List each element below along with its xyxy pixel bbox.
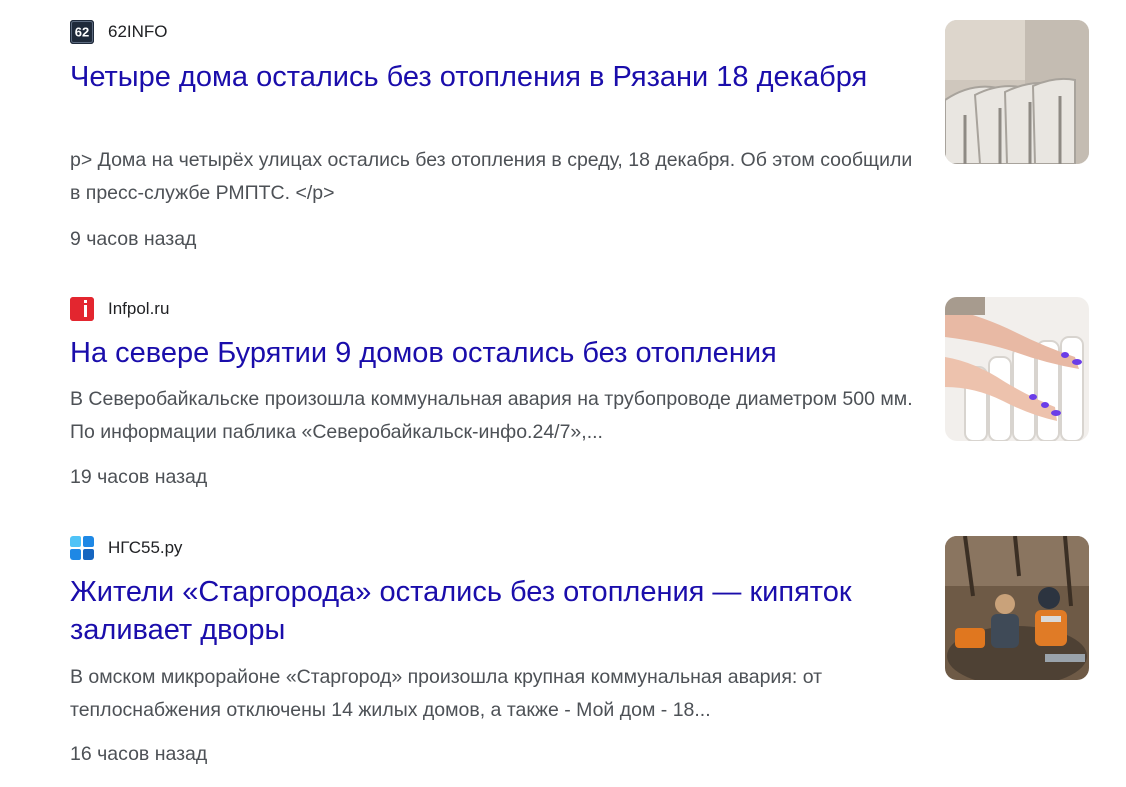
news-card[interactable]: Infpol.ru На севере Бурятии 9 домов оста…: [0, 277, 1126, 527]
62info-logo-icon: 62: [70, 20, 94, 44]
hands-on-radiator-image[interactable]: [945, 297, 1089, 441]
headline-link[interactable]: Четыре дома остались без отопления в Ряз…: [70, 58, 920, 96]
radiator-image[interactable]: [945, 20, 1089, 164]
headline-link[interactable]: На севере Бурятии 9 домов остались без о…: [70, 334, 920, 372]
svg-text:62: 62: [75, 25, 89, 40]
article-snippet: p> Дома на четырёх улицах остались без о…: [70, 149, 913, 204]
news-card[interactable]: НГС55.ру Жители «Старгорода» остались бе…: [0, 516, 1126, 766]
news-card[interactable]: 62 62INFO Четыре дома остались без отопл…: [0, 0, 1126, 250]
source-row[interactable]: Infpol.ru: [70, 297, 169, 321]
publish-time: 16 часов назад: [70, 743, 208, 765]
source-name[interactable]: Infpol.ru: [108, 297, 169, 321]
headline-link[interactable]: Жители «Старгорода» остались без отоплен…: [70, 573, 920, 649]
publish-time: 9 часов назад: [70, 228, 197, 250]
workers-repair-image[interactable]: [945, 536, 1089, 680]
source-row[interactable]: 62 62INFO: [70, 20, 168, 44]
source-row[interactable]: НГС55.ру: [70, 536, 182, 560]
article-snippet: В омском микрорайоне «Старгород» произош…: [70, 666, 823, 721]
source-name[interactable]: НГС55.ру: [108, 536, 182, 560]
infpol-logo-icon: [70, 297, 94, 321]
article-snippet: В Северобайкальске произошла коммунальна…: [70, 388, 913, 443]
publish-time: 19 часов назад: [70, 466, 208, 488]
source-name[interactable]: 62INFO: [108, 20, 168, 44]
news-feed: 62 62INFO Четыре дома остались без отопл…: [0, 0, 1126, 787]
ngs55-logo-icon: [70, 536, 94, 560]
